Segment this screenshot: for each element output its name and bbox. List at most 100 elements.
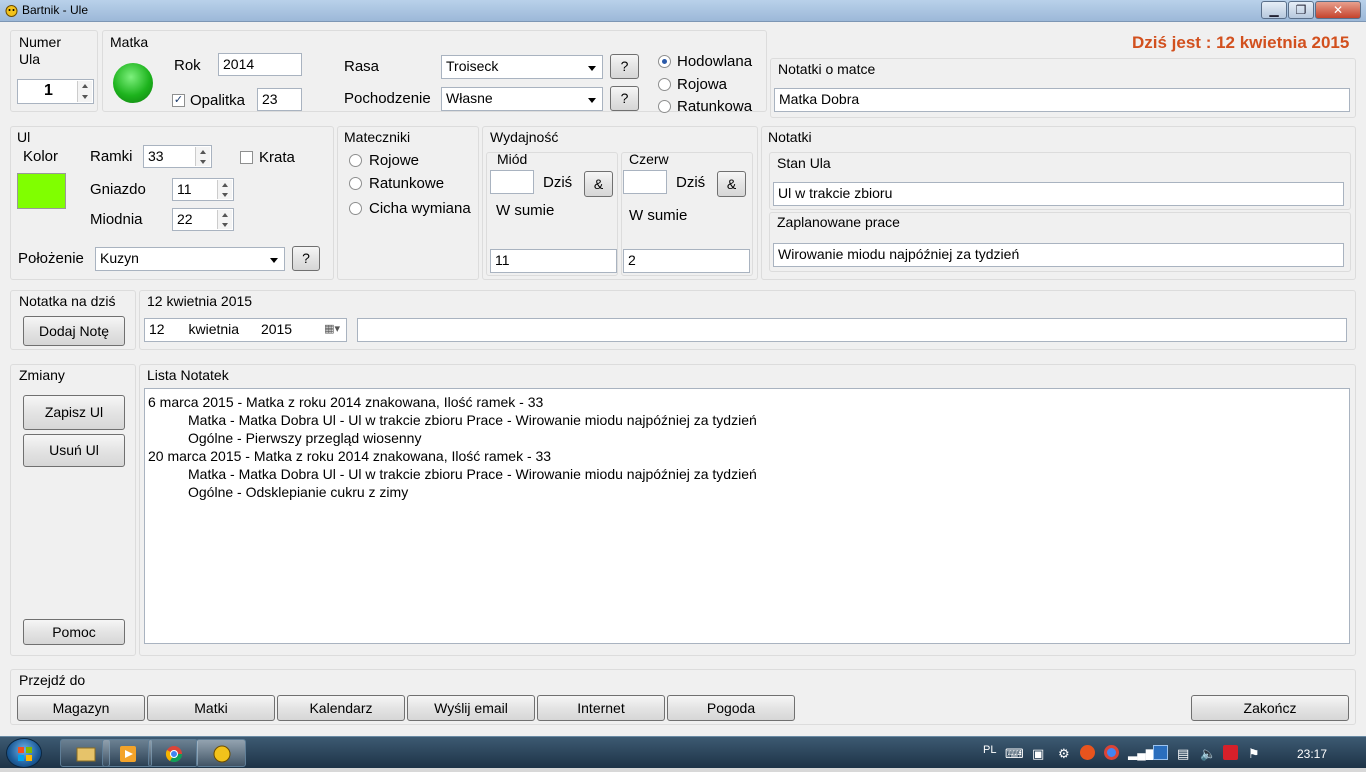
radio-cicha-wymiana-label: Cicha wymiana [369,200,471,217]
start-button-icon[interactable] [6,738,42,768]
hive-color-swatch[interactable] [17,173,66,209]
internet-button[interactable]: Internet [537,695,665,721]
honey-sum-label: W sumie [496,202,555,219]
color-label: Kolor [23,148,59,165]
chrome-tray-icon[interactable] [1104,745,1119,760]
radio-hodowlana[interactable] [658,55,671,68]
clipboard-icon[interactable]: ▤ [1177,746,1189,762]
list-item[interactable]: Matka - Matka Dobra Ul - Ul w trakcie zb… [148,465,1346,483]
date-note-title: 12 kwietnia 2015 [147,293,253,309]
title-bar[interactable]: Bartnik - Ule ▁ ❐ ✕ [0,0,1366,22]
queens-button[interactable]: Matki [147,695,275,721]
close-button[interactable]: ✕ [1315,1,1361,19]
radio-ratunkowe[interactable] [349,177,362,190]
honey-super-value: 22 [177,211,193,227]
nest-stepper[interactable]: 11 [172,178,234,201]
opalitka-checkbox[interactable]: ✓ [172,94,185,107]
chrome-taskbar-icon[interactable] [148,739,198,767]
breed-select[interactable]: Troiseck [441,55,603,79]
help-button[interactable]: Pomoc [23,619,125,645]
origin-select[interactable]: Własne [441,87,603,111]
signal-icon[interactable]: ▂▄▆ [1128,746,1155,760]
spin-up-icon[interactable] [218,210,232,220]
hive-group-title: Ul [17,129,31,145]
exit-button[interactable]: Zakończ [1191,695,1349,721]
send-email-button[interactable]: Wyślij email [407,695,535,721]
honey-title: Miód [497,151,528,167]
flag-icon[interactable]: ⚑ [1248,746,1260,762]
hive-number-value: 1 [44,82,53,99]
location-select[interactable]: Kuzyn [95,247,285,271]
queen-notes-input[interactable]: Matka Dobra [774,88,1350,112]
origin-help-button[interactable]: ? [610,86,639,111]
radio-rojowe[interactable] [349,154,362,167]
radio-ratunkowa-label: Ratunkowa [677,98,753,115]
spin-down-icon[interactable] [218,219,232,229]
location-value: Kuzyn [100,250,139,266]
brood-sum-input[interactable]: 2 [623,249,750,273]
network-device-icon[interactable]: ▣ [1032,746,1044,762]
list-item[interactable]: Ogólne - Pierwszy przegląd wiosenny [148,429,1346,447]
breed-help-button[interactable]: ? [610,54,639,79]
warehouse-button[interactable]: Magazyn [17,695,145,721]
date-month: kwietnia [188,321,240,337]
volume-icon[interactable]: 🔈 [1200,746,1216,762]
honey-sum-input[interactable]: 11 [490,249,617,273]
brood-sum-label: W sumie [629,207,688,224]
frames-stepper[interactable]: 33 [143,145,212,168]
year-label: Rok [174,57,201,74]
radio-rojowa[interactable] [658,78,671,91]
date-picker[interactable]: 12 kwietnia 2015 ▦▾ [144,318,347,342]
today-note-input[interactable] [357,318,1347,342]
spin-up-icon[interactable] [218,180,232,190]
notes-list-title: Lista Notatek [147,367,229,383]
radio-ratunkowa[interactable] [658,100,671,113]
weather-button[interactable]: Pogoda [667,695,795,721]
list-item[interactable]: Matka - Matka Dobra Ul - Ul w trakcie zb… [148,411,1346,429]
location-help-button[interactable]: ? [292,246,320,271]
delete-hive-button[interactable]: Usuń Ul [23,434,125,467]
notes-list-box[interactable]: 6 marca 2015 - Matka z roku 2014 znakowa… [144,388,1350,644]
opalitka-label: Opalitka [190,92,246,109]
language-indicator[interactable]: PL [983,744,996,756]
add-note-button[interactable]: Dodaj Notę [23,316,125,346]
list-item[interactable]: 20 marca 2015 - Matka z roku 2014 znakow… [148,447,1346,465]
breed-value: Troiseck [446,58,499,74]
flash-icon[interactable] [1080,745,1095,760]
clock[interactable]: 23:17 [1297,747,1327,761]
spin-up-icon[interactable] [78,81,92,92]
calendar-button[interactable]: Kalendarz [277,695,405,721]
spin-down-icon[interactable] [218,189,232,199]
hive-state-input[interactable]: Ul w trakcie zbioru [773,182,1344,206]
year-input[interactable]: 2014 [218,53,302,76]
spin-down-icon[interactable] [78,91,92,102]
efficiency-title: Wydajność [490,129,559,145]
honey-add-button[interactable]: & [584,171,613,197]
planned-work-input[interactable]: Wirowanie miodu najpóźniej za tydzień [773,243,1344,267]
save-hive-button[interactable]: Zapisz Ul [23,395,125,430]
spin-up-icon[interactable] [196,147,210,157]
brood-title: Czerw [629,151,669,167]
settings-icon[interactable]: ⚙ [1058,746,1070,762]
grate-checkbox[interactable] [240,151,253,164]
origin-label: Pochodzenie [344,90,431,107]
maximize-button[interactable]: ❐ [1288,1,1314,19]
brood-add-button[interactable]: & [717,171,746,197]
honey-super-stepper[interactable]: 22 [172,208,234,231]
update-icon[interactable] [1153,745,1168,760]
minimize-button[interactable]: ▁ [1261,1,1287,19]
hive-number-stepper[interactable]: 1 [17,79,94,104]
opalitka-input[interactable]: 23 [257,88,302,111]
spin-down-icon[interactable] [196,156,210,166]
radio-cicha-wymiana[interactable] [349,202,362,215]
list-item[interactable]: 6 marca 2015 - Matka z roku 2014 znakowa… [148,393,1346,411]
antivirus-icon[interactable] [1223,745,1238,760]
media-player-taskbar-icon[interactable] [102,739,152,767]
calendar-icon[interactable]: ▦▾ [324,322,340,335]
brood-today-input[interactable] [623,170,667,194]
bartnik-taskbar-icon[interactable] [196,739,246,767]
today-note-title: Notatka na dziś [19,293,116,309]
list-item[interactable]: Ogólne - Odsklepianie cukru z zimy [148,483,1346,501]
honey-today-input[interactable] [490,170,534,194]
keyboard-icon[interactable]: ⌨ [1005,746,1024,762]
